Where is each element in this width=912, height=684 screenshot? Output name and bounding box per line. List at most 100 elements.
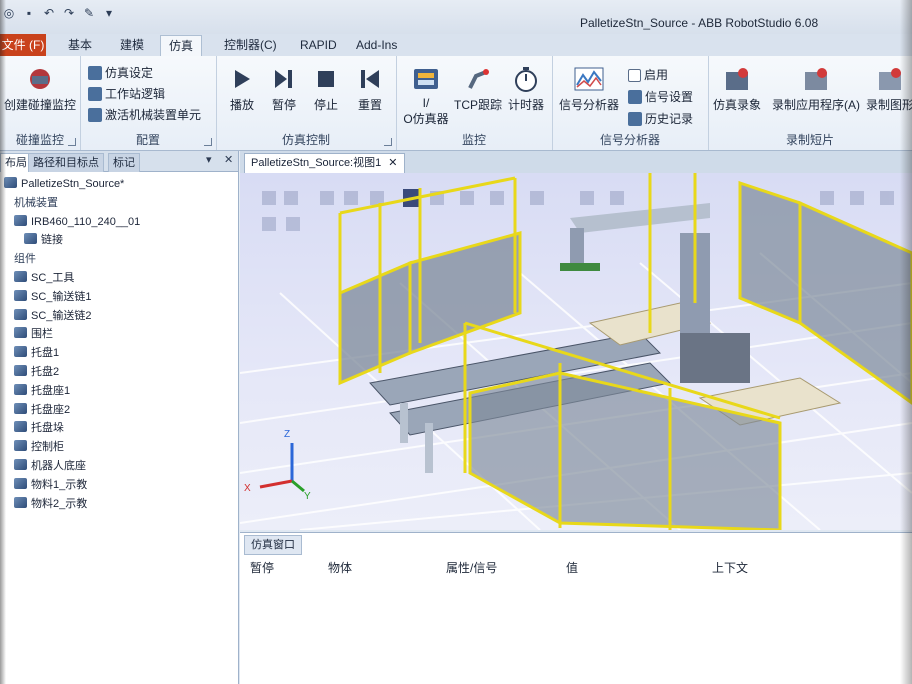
tree-item[interactable]: 围栏 — [0, 325, 238, 344]
layout-panel: 布局 路径和目标点 标记 ▾ ✕ PalletizeStn_Source* 机械装… — [0, 151, 239, 684]
tree-item[interactable]: PalletizeStn_Source* — [0, 175, 238, 194]
create-collision-monitor-button[interactable]: 创建碰撞监控 — [0, 64, 80, 113]
signal-settings-button[interactable]: 信号设置 — [628, 88, 693, 106]
tree-section-header[interactable]: 组件 — [0, 250, 238, 269]
part-icon — [14, 364, 27, 376]
tree-item-label: SC_输送链1 — [31, 290, 92, 303]
tree-item[interactable]: 链接 — [0, 231, 238, 250]
group-launcher-icon[interactable] — [204, 138, 212, 146]
part-icon — [14, 383, 27, 395]
station-logic-button[interactable]: 工作站逻辑 — [88, 85, 165, 103]
undo-icon[interactable]: ↶ — [42, 6, 56, 20]
save-icon[interactable]: ▪ — [22, 6, 36, 20]
panel-dropdown-icon[interactable]: ▾ — [206, 153, 212, 166]
column-object[interactable]: 物体 — [328, 559, 352, 577]
io-simulator-button[interactable]: I/ O仿真器 — [400, 64, 452, 127]
group-label-sim-control: 仿真控制 — [281, 133, 330, 147]
monitor-bezel-left — [0, 0, 6, 684]
stop-icon — [311, 64, 341, 94]
fence-left — [338, 176, 522, 386]
tree-item[interactable]: 托盘座2 — [0, 401, 238, 420]
io-simulator-label-1: I/ — [422, 96, 430, 110]
signal-analyzer-button[interactable]: 信号分析器 — [554, 64, 624, 113]
checkbox-icon — [628, 69, 641, 82]
record-app-button[interactable]: 录制应用程序(A) — [770, 64, 862, 113]
sim-record-label: 仿真录象 — [712, 98, 761, 112]
create-collision-monitor-label: 创建碰撞监控 — [3, 98, 76, 112]
play-label: 播放 — [229, 98, 254, 112]
history-button[interactable]: 历史记录 — [628, 110, 693, 128]
column-value[interactable]: 值 — [566, 559, 578, 577]
record-sim-icon — [722, 64, 752, 94]
tree-item-label: 组件 — [14, 253, 36, 266]
tree-item[interactable]: SC_工具 — [0, 269, 238, 288]
mechanism-icon — [88, 108, 102, 122]
tab-paths-targets[interactable]: 路径和目标点 — [28, 153, 104, 172]
stop-button[interactable]: 停止 — [306, 64, 346, 113]
station-logic-icon — [88, 87, 102, 101]
pause-button[interactable]: 暂停 — [264, 64, 304, 113]
redo-icon[interactable]: ↷ — [62, 6, 76, 20]
3d-viewport[interactable]: Z X Y — [240, 173, 912, 530]
column-context[interactable]: 上下文 — [712, 559, 748, 577]
activate-mechanism-button[interactable]: 激活机械装置单元 — [88, 106, 201, 124]
doc-tab-close-icon[interactable]: ✕ — [388, 157, 397, 169]
tab-modeling[interactable]: 建模 — [112, 35, 152, 55]
station-logic-label: 工作站逻辑 — [105, 87, 166, 101]
axis-label-z: Z — [284, 429, 290, 440]
record-app-label: 录制应用程序(A) — [772, 98, 860, 112]
tree-item[interactable]: 控制柜 — [0, 438, 238, 457]
tab-rapid[interactable]: RAPID — [292, 35, 345, 55]
tree-item[interactable]: 托盘1 — [0, 344, 238, 363]
tab-controller[interactable]: 控制器(C) — [216, 35, 285, 55]
tree-item[interactable]: 机器人底座 — [0, 457, 238, 476]
tree-item-label: 托盘2 — [31, 365, 60, 378]
doc-tab-label: PalletizeStn_Source:视图1 — [251, 157, 382, 169]
tree-item[interactable]: SC_输送链1 — [0, 288, 238, 307]
tab-sim-window[interactable]: 仿真窗口 — [244, 535, 302, 555]
tree-item[interactable]: 托盘垛 — [0, 419, 238, 438]
tree-item-label: 托盘垛 — [31, 422, 64, 435]
group-launcher-icon[interactable] — [68, 138, 76, 146]
sim-record-button[interactable]: 仿真录象 — [708, 64, 766, 113]
tree-item[interactable]: IRB460_110_240__01 — [0, 213, 238, 232]
component-icon — [14, 270, 27, 282]
tab-simulation[interactable]: 仿真 — [160, 35, 203, 57]
tree-item-label: 机器人底座 — [31, 459, 86, 472]
folder-icon — [24, 233, 37, 245]
stop-label: 停止 — [313, 98, 338, 112]
column-property-signal[interactable]: 属性/信号 — [446, 559, 497, 577]
tcp-trace-button[interactable]: TCP跟踪 — [454, 64, 502, 113]
simulation-output-window: 仿真窗口 暂停 物体 属性/信号 值 上下文 — [240, 532, 912, 684]
group-label-signal-analyzer: 信号分析器 — [599, 133, 660, 147]
panel-close-icon[interactable]: ✕ — [224, 153, 233, 166]
column-pause[interactable]: 暂停 — [250, 559, 274, 577]
group-label-record: 录制短片 — [785, 133, 834, 147]
pause-label: 暂停 — [271, 98, 296, 112]
timer-button[interactable]: 计时器 — [504, 64, 548, 113]
part-icon — [14, 346, 27, 358]
reset-button[interactable]: 重置 — [350, 64, 390, 113]
tab-tags[interactable]: 标记 — [108, 153, 140, 172]
io-simulator-label-2: O仿真器 — [403, 112, 449, 126]
play-button[interactable]: 播放 — [222, 64, 262, 113]
quick-access-toolbar: ◎ ▪ ↶ ↷ ✎ ▾ — [2, 6, 116, 20]
tree-item[interactable]: 物料2_示教 — [0, 495, 238, 514]
tree-section-header[interactable]: 机械装置 — [0, 194, 238, 213]
tree-item[interactable]: 物料1_示教 — [0, 476, 238, 495]
tab-addins[interactable]: Add-Ins — [348, 35, 405, 55]
customize-qat-icon[interactable]: ▾ — [102, 6, 116, 20]
enable-checkbox[interactable]: 启用 — [628, 66, 668, 84]
document-tabs: PalletizeStn_Source:视图1 ✕ — [240, 151, 912, 174]
title-bar: ◎ ▪ ↶ ↷ ✎ ▾ PalletizeStn_Source - ABB Ro… — [0, 0, 912, 35]
tree-item[interactable]: SC_输送链2 — [0, 307, 238, 326]
doc-tab-view1[interactable]: PalletizeStn_Source:视图1 ✕ — [244, 153, 405, 173]
sim-setup-button[interactable]: 仿真设定 — [88, 64, 153, 82]
group-launcher-icon[interactable] — [384, 138, 392, 146]
tab-home[interactable]: 基本 — [60, 35, 100, 55]
tree-item[interactable]: 托盘2 — [0, 363, 238, 382]
tool-icon[interactable]: ✎ — [82, 6, 96, 20]
tree-item[interactable]: 托盘座1 — [0, 382, 238, 401]
tab-file[interactable]: 文件 (F) — [0, 34, 46, 56]
tree-item-label: SC_输送链2 — [31, 309, 92, 322]
